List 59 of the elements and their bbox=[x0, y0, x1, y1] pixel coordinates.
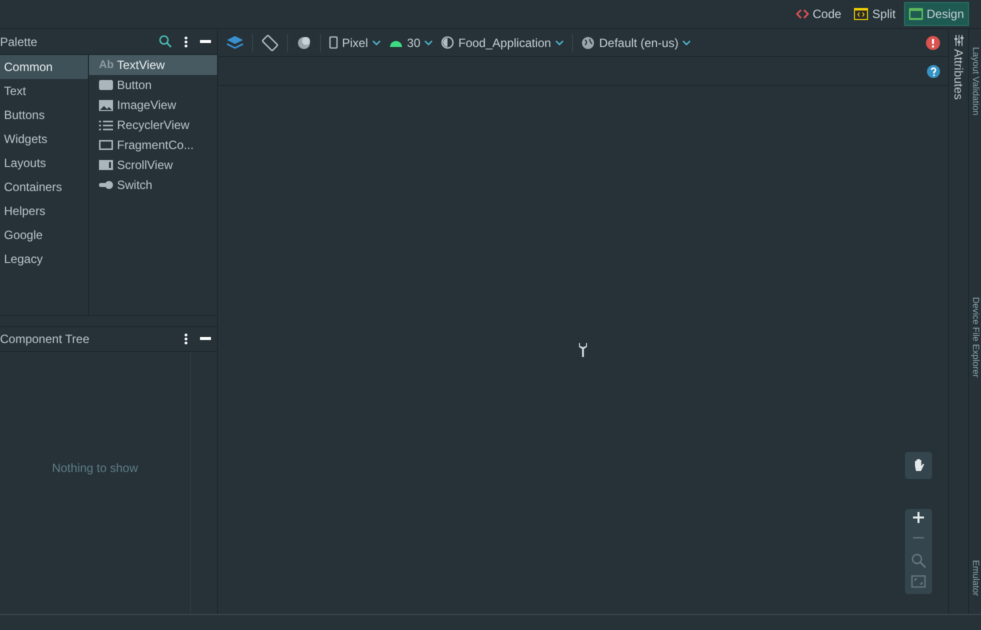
device-dropdown[interactable]: Pixel bbox=[329, 34, 382, 52]
text-icon: Ab bbox=[99, 56, 113, 74]
caret-icon bbox=[424, 40, 434, 46]
palette-item[interactable]: Switch bbox=[89, 175, 217, 195]
fragment-icon bbox=[99, 140, 113, 150]
design-view-icon bbox=[908, 8, 923, 20]
caret-icon bbox=[555, 40, 564, 46]
night-mode-icon[interactable] bbox=[296, 34, 312, 50]
palette-category[interactable]: Legacy bbox=[0, 247, 88, 271]
panel-title: Palette bbox=[0, 34, 38, 50]
more-options-icon[interactable] bbox=[184, 333, 188, 345]
palette-item[interactable]: Button bbox=[89, 75, 217, 95]
view-mode-tab[interactable]: Split bbox=[849, 2, 901, 26]
palette-category[interactable]: Containers bbox=[0, 175, 88, 199]
caret-icon bbox=[682, 40, 692, 46]
list-icon bbox=[99, 120, 113, 130]
side-tab[interactable]: Layout Validation bbox=[968, 47, 981, 116]
palette-category[interactable]: Buttons bbox=[0, 103, 88, 127]
palette-category[interactable]: Layouts bbox=[0, 151, 88, 175]
side-tab[interactable]: Device File Explorer bbox=[968, 297, 981, 378]
theme-icon bbox=[441, 36, 454, 49]
empty-message: Nothing to show bbox=[52, 460, 138, 477]
search-icon[interactable] bbox=[159, 35, 172, 48]
more-options-icon[interactable] bbox=[184, 36, 188, 48]
minimize-icon[interactable] bbox=[200, 337, 211, 341]
scroll-icon bbox=[99, 160, 113, 170]
sliders-icon bbox=[954, 35, 964, 46]
theme-dropdown[interactable]: Food_Application bbox=[441, 34, 564, 52]
palette-category[interactable]: Common bbox=[0, 55, 88, 79]
error-icon[interactable] bbox=[926, 36, 940, 50]
side-tab[interactable]: Attributes bbox=[950, 35, 968, 100]
side-tab[interactable]: Emulator bbox=[968, 560, 981, 596]
minimize-icon[interactable] bbox=[200, 40, 211, 44]
palette-category[interactable]: Widgets bbox=[0, 127, 88, 151]
palette-category[interactable]: Helpers bbox=[0, 199, 88, 223]
locale-dropdown[interactable]: Default (en-us) bbox=[581, 34, 692, 52]
palette-item[interactable]: FragmentCo... bbox=[89, 135, 217, 155]
zoom-in-icon[interactable] bbox=[913, 512, 924, 523]
image-icon bbox=[99, 100, 113, 110]
palette-item[interactable]: Ab TextView bbox=[89, 55, 217, 75]
phone-icon bbox=[329, 36, 338, 49]
switch-icon bbox=[99, 181, 113, 189]
api-level-dropdown[interactable]: 30 bbox=[389, 34, 434, 52]
palette-item[interactable]: RecyclerView bbox=[89, 115, 217, 135]
help-icon[interactable] bbox=[927, 64, 940, 78]
caret-icon bbox=[372, 40, 382, 46]
layers-icon[interactable] bbox=[226, 34, 244, 50]
palette-item[interactable]: ImageView bbox=[89, 95, 217, 115]
pan-tool-icon[interactable] bbox=[905, 452, 932, 479]
palette-category[interactable]: Text bbox=[0, 79, 88, 103]
rotate-icon[interactable] bbox=[261, 34, 279, 52]
palette-category[interactable]: Google bbox=[0, 223, 88, 247]
split-view-icon bbox=[854, 8, 868, 20]
code-brackets-icon bbox=[796, 9, 809, 19]
view-mode-tab[interactable]: Design bbox=[904, 2, 969, 26]
palette-item[interactable]: ScrollView bbox=[89, 155, 217, 175]
panel-title: Component Tree bbox=[0, 331, 90, 348]
button-icon bbox=[99, 80, 113, 90]
view-mode-tab[interactable]: Code bbox=[790, 2, 846, 26]
